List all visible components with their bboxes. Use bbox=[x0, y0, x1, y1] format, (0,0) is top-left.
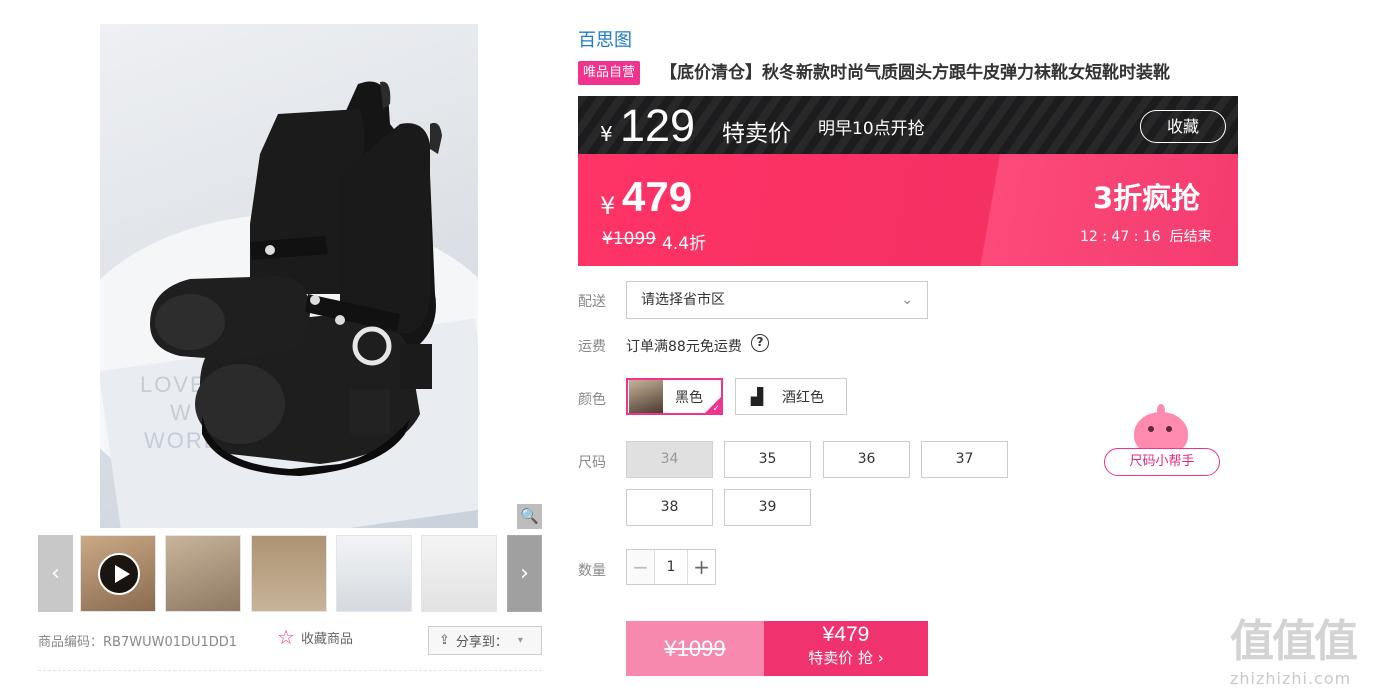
thumbnail[interactable] bbox=[336, 535, 412, 612]
original-price-block: ¥1099 bbox=[626, 621, 764, 676]
buy-now-button[interactable]: ¥479 特卖价 抢 › bbox=[764, 621, 928, 676]
thumb-next-button[interactable]: › bbox=[507, 535, 542, 612]
caret-down-icon: ▾ bbox=[517, 635, 523, 646]
thumbnail[interactable] bbox=[165, 535, 241, 612]
color-swatch-image bbox=[629, 380, 663, 413]
sku-code: 商品编码：RB7WUW01DU1DD1 bbox=[38, 635, 238, 650]
region-select-value: 请选择省市区 bbox=[641, 292, 725, 308]
divider bbox=[38, 670, 542, 671]
color-option-label: 酒红色 bbox=[782, 389, 824, 406]
size-helper-label: 尺码小帮手 bbox=[1104, 448, 1220, 476]
share-icon: ⇪ bbox=[439, 633, 450, 648]
share-dropdown[interactable]: ⇪ 分享到： ▾ bbox=[428, 626, 542, 655]
quantity-minus-button[interactable]: − bbox=[627, 550, 655, 584]
size-label: 尺码 bbox=[578, 455, 606, 471]
product-main-image: LOVE W WORL bbox=[100, 24, 478, 528]
delivery-label: 配送 bbox=[578, 294, 606, 310]
buy-price: ¥479 bbox=[822, 623, 870, 646]
thumbnail-video[interactable] bbox=[80, 535, 156, 612]
shipping-label: 运费 bbox=[578, 339, 606, 355]
size-option: 34 bbox=[626, 441, 713, 478]
presale-label: 特卖价 bbox=[722, 121, 791, 147]
presale-currency: ¥ bbox=[600, 122, 613, 146]
star-icon: ☆ bbox=[277, 625, 295, 649]
color-label: 颜色 bbox=[578, 392, 606, 408]
discount-rate: 4.4折 bbox=[662, 234, 707, 254]
size-option[interactable]: 36 bbox=[823, 441, 910, 478]
thumbnail[interactable] bbox=[421, 535, 497, 612]
presale-time: 明早10点开抢 bbox=[818, 119, 925, 139]
buy-original-price: ¥1099 bbox=[664, 636, 726, 661]
brand-link[interactable]: 百思图 bbox=[578, 26, 632, 52]
self-operated-badge: 唯品自营 bbox=[578, 61, 641, 85]
favorite-product-button[interactable]: ☆ 收藏商品 bbox=[277, 627, 353, 647]
region-select[interactable]: 请选择省市区 ⌄ bbox=[626, 281, 928, 319]
sale-currency: ¥ bbox=[600, 192, 616, 220]
quantity-plus-button[interactable]: + bbox=[687, 550, 715, 584]
zoom-icon[interactable]: 🔍 bbox=[517, 504, 542, 529]
thumbnail[interactable] bbox=[251, 535, 327, 612]
original-price: ¥1099 bbox=[602, 229, 657, 249]
quantity-stepper: − 1 + bbox=[626, 549, 716, 585]
boots-illustration bbox=[150, 81, 442, 476]
product-title: 【底价清仓】秋冬新款时尚气质圆头方跟牛皮弹力袜靴女短靴时装靴 bbox=[660, 63, 1170, 83]
color-option-black[interactable]: 黑色 ✓ bbox=[626, 378, 723, 415]
presale-price: 129 bbox=[620, 100, 696, 151]
favorite-label: 收藏商品 bbox=[300, 631, 353, 647]
size-option[interactable]: 38 bbox=[626, 489, 713, 526]
size-option[interactable]: 39 bbox=[724, 489, 811, 526]
buy-label: 特卖价 抢 › bbox=[808, 649, 884, 667]
help-icon[interactable]: ? bbox=[751, 334, 769, 352]
check-icon: ✓ bbox=[712, 404, 720, 414]
quantity-label: 数量 bbox=[578, 563, 606, 579]
countdown-timer: 12 : 47 : 16 后结束 bbox=[1080, 229, 1212, 245]
size-helper-button[interactable]: 尺码小帮手 bbox=[1104, 404, 1220, 478]
site-watermark: 值值值 zhizhizhi.com bbox=[1230, 605, 1380, 691]
size-option[interactable]: 35 bbox=[724, 441, 811, 478]
chevron-down-icon: ⌄ bbox=[901, 292, 913, 308]
watermark-logo: 值值值 bbox=[1230, 616, 1358, 667]
quantity-value[interactable]: 1 bbox=[655, 550, 687, 584]
size-option[interactable]: 37 bbox=[921, 441, 1008, 478]
boot-icon: ▟ bbox=[750, 386, 764, 406]
shipping-text: 订单满88元免运费 bbox=[626, 339, 742, 355]
collect-button[interactable]: 收藏 bbox=[1140, 110, 1226, 143]
share-label: 分享到： bbox=[455, 635, 508, 650]
watermark-url: zhizhizhi.com bbox=[1230, 669, 1352, 688]
color-option-wine-red[interactable]: ▟ 酒红色 bbox=[735, 378, 847, 415]
promo-slogan: 3折疯抢 bbox=[1093, 181, 1201, 215]
sale-price: 479 bbox=[622, 173, 693, 220]
color-option-label: 黑色 bbox=[675, 389, 703, 406]
play-icon[interactable] bbox=[98, 553, 140, 595]
thumb-prev-button[interactable]: ‹ bbox=[38, 535, 73, 612]
